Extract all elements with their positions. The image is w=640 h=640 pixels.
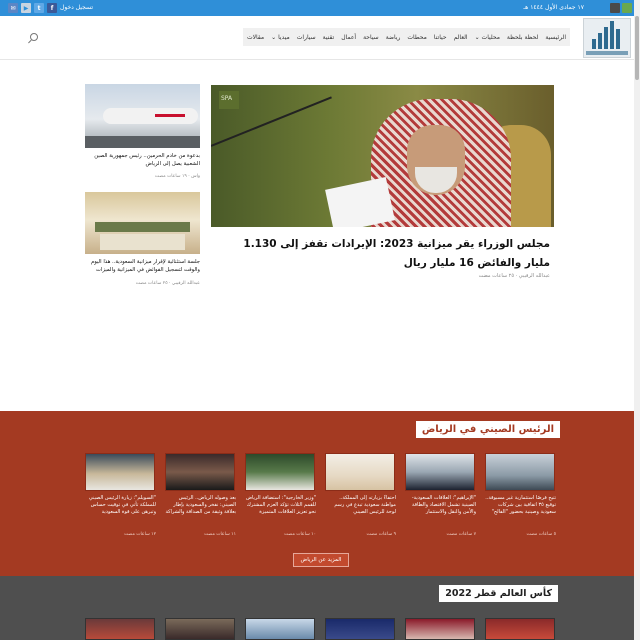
card-image[interactable] xyxy=(85,618,155,640)
card-image[interactable] xyxy=(405,618,475,640)
apple-icon[interactable] xyxy=(610,3,620,13)
twitter-icon[interactable]: t xyxy=(34,3,44,13)
hijri-date: ١٧ جمادى الأول ١٤٤٤ هـ xyxy=(523,4,584,11)
nav-item-live[interactable]: لحظة بلحظة xyxy=(507,34,538,41)
section-title[interactable]: الرئيس الصيني في الرياض xyxy=(415,421,560,440)
android-icon[interactable] xyxy=(622,3,632,13)
card-title[interactable]: "وزير الخارجية": استضافة الرياض للقمم ال… xyxy=(244,495,316,516)
side-news-meta: عبدالله الرقيبي · ٢٥ ساعات مضت xyxy=(135,281,200,286)
card-title[interactable]: بعد وصوله الرياض.. الرئيس الصيني: نفخر و… xyxy=(164,495,236,516)
facebook-icon[interactable]: f xyxy=(47,3,57,13)
card-title[interactable]: احتفاءً بزيارته إلى المملكة.. مواطنة سعو… xyxy=(324,495,396,516)
search-icon[interactable] xyxy=(30,33,38,41)
youtube-icon[interactable]: ▶ xyxy=(21,3,31,13)
mail-icon[interactable]: ✉ xyxy=(8,3,18,13)
nav-item-stations[interactable]: محطات xyxy=(407,34,427,41)
side-news-title[interactable]: جلسة استثنائية لإقرار ميزانية السعودية..… xyxy=(85,258,200,274)
login-link[interactable]: تسجيل دخول xyxy=(60,4,93,11)
card-image[interactable] xyxy=(245,618,315,640)
more-button[interactable]: المزيد عن الرياض xyxy=(293,553,349,567)
scrollbar-thumb[interactable] xyxy=(635,16,639,80)
side-news-image[interactable] xyxy=(85,84,200,148)
site-header: الرئيسية لحظة بلحظة محليات ⌄ العالم حيات… xyxy=(0,16,640,60)
card-meta: ١٠ ساعات مضت xyxy=(284,532,316,537)
side-news-title[interactable]: بدعوة من خادم الحرمين.. رئيس جمهورية الص… xyxy=(85,152,200,168)
card-meta: ١١ ساعات مضت xyxy=(204,532,236,537)
card-image[interactable] xyxy=(485,618,555,640)
nav-item-business[interactable]: أعمال xyxy=(341,34,356,41)
main-nav: الرئيسية لحظة بلحظة محليات ⌄ العالم حيات… xyxy=(242,28,570,46)
section-title[interactable]: كأس العالم قطر 2022 xyxy=(439,585,558,602)
card-meta: ٩ ساعات مضت xyxy=(366,532,396,537)
nav-item-articles[interactable]: مقالات xyxy=(247,34,264,41)
card-image[interactable] xyxy=(165,453,235,491)
nav-item-tourism[interactable]: سياحة xyxy=(363,34,379,41)
hero-author[interactable]: عبدالله الرقيبي xyxy=(519,273,550,279)
hero-meta: عبدالله الرقيبي · ٢٥ ساعات مضت xyxy=(478,273,550,279)
nav-item-cars[interactable]: سيارات xyxy=(297,34,316,41)
nav-item-home[interactable]: الرئيسية xyxy=(545,34,566,41)
card-image[interactable] xyxy=(245,453,315,491)
side-news-meta: واس · ١٩ ساعات مضت xyxy=(154,174,200,179)
nav-item-world[interactable]: العالم xyxy=(454,34,468,41)
card-image[interactable] xyxy=(325,453,395,491)
nav-item-life[interactable]: حياتنا xyxy=(434,34,447,41)
card-image[interactable] xyxy=(485,453,555,491)
card-title[interactable]: "الإبراهيم": العلاقات السعودية-الصينية ت… xyxy=(404,495,476,516)
card-meta: ١٢ ساعات مضت xyxy=(124,532,156,537)
card-image[interactable] xyxy=(405,453,475,491)
card-image[interactable] xyxy=(165,618,235,640)
page-scrollbar[interactable] xyxy=(634,0,640,640)
card-meta: ٥ ساعات مضت xyxy=(526,532,556,537)
nav-item-media[interactable]: ميديا ⌄ xyxy=(271,34,290,41)
nav-item-sport[interactable]: رياضة xyxy=(386,34,401,41)
hero-headline[interactable]: مجلس الوزراء يقر ميزانية 2023: الإيرادات… xyxy=(220,235,550,273)
hero-time: ٢٥ ساعات مضت xyxy=(478,273,515,279)
card-image[interactable] xyxy=(325,618,395,640)
card-image[interactable] xyxy=(85,453,155,491)
card-title[interactable]: "السويلم": زيارة الرئيس الصيني للمملكة ت… xyxy=(84,495,156,516)
card-title[interactable]: تتيح فرصًا استثمارية غير مسبوقة.. توقيع … xyxy=(484,495,556,516)
nav-item-tech[interactable]: تقنية xyxy=(323,34,335,41)
side-news-image[interactable] xyxy=(85,192,200,254)
top-bar: ✉ ▶ t f تسجيل دخول ١٧ جمادى الأول ١٤٤٤ ه… xyxy=(0,0,640,16)
site-logo[interactable] xyxy=(583,18,631,58)
nav-item-local[interactable]: محليات ⌄ xyxy=(475,34,500,41)
card-meta: ٧ ساعات مضت xyxy=(446,532,476,537)
